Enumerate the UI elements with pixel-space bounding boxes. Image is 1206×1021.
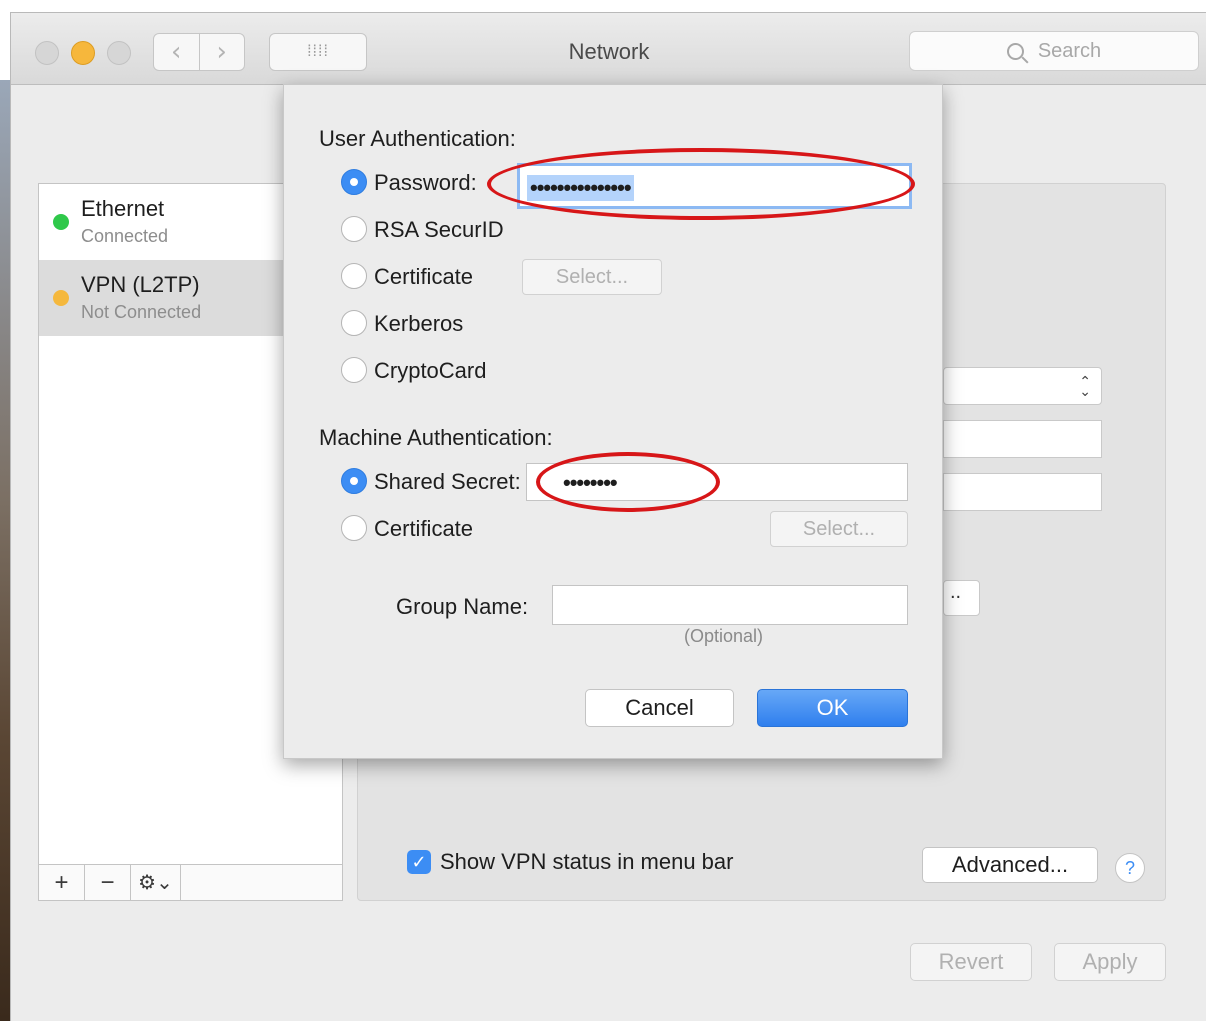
authentication-sheet: User Authentication: Password: •••••••••… — [283, 84, 943, 759]
cryptocard-label: CryptoCard — [374, 358, 487, 383]
machine-certificate-label: Certificate — [374, 516, 474, 541]
search-icon — [1006, 42, 1024, 60]
show-vpn-status-label: Show VPN status in menu bar — [440, 849, 734, 874]
advanced-button[interactable]: Advanced... — [922, 847, 1098, 883]
password-value: ••••••••••••••• — [527, 175, 634, 201]
certificate-select-button[interactable]: Select... — [522, 259, 662, 295]
group-name-hint: (Optional) — [684, 626, 764, 646]
remove-service-button[interactable]: − — [85, 865, 131, 900]
revert-button[interactable]: Revert — [910, 943, 1032, 981]
updown-chevron-icon: ⌃ ⌄ — [1079, 373, 1091, 399]
cryptocard-radio[interactable] — [341, 357, 367, 383]
shared-secret-radio[interactable] — [341, 468, 367, 494]
apply-button[interactable]: Apply — [1054, 943, 1166, 981]
add-service-button[interactable]: + — [39, 865, 85, 900]
kerberos-radio[interactable] — [341, 310, 367, 336]
user-auth-title: User Authentication: — [319, 126, 516, 151]
titlebar: ‹ › ⁞⁞⁞⁞ Network Search — [11, 13, 1206, 85]
authentication-settings-button[interactable]: .. — [943, 580, 980, 616]
configuration-select[interactable]: ⌃ ⌄ — [943, 367, 1102, 405]
service-name: Ethernet — [81, 196, 165, 221]
machine-certificate-select-button[interactable]: Select... — [770, 511, 908, 547]
certificate-label: Certificate — [374, 264, 474, 289]
password-radio[interactable] — [341, 169, 367, 195]
password-field[interactable]: ••••••••••••••• — [517, 163, 912, 209]
password-radio-label: Password: — [374, 170, 477, 195]
help-icon[interactable]: ? — [1115, 853, 1145, 883]
machine-auth-title: Machine Authentication: — [319, 425, 553, 450]
shared-secret-value: •••••••• — [563, 470, 618, 495]
ok-button[interactable]: OK — [757, 689, 908, 727]
show-vpn-status-checkbox[interactable]: ✓ — [407, 850, 431, 874]
group-name-label: Group Name: — [396, 594, 529, 619]
gear-icon[interactable]: ⚙⌄ — [131, 865, 181, 900]
status-dot-icon — [53, 290, 69, 306]
shared-secret-field[interactable]: •••••••• — [526, 463, 908, 501]
shared-secret-label: Shared Secret: — [374, 469, 521, 494]
search-input[interactable]: Search — [909, 31, 1199, 71]
cancel-button[interactable]: Cancel — [585, 689, 734, 727]
group-name-input[interactable] — [552, 585, 908, 625]
service-name: VPN (L2TP) — [81, 272, 200, 297]
certificate-radio[interactable] — [341, 263, 367, 289]
search-placeholder: Search — [1037, 39, 1102, 62]
rsa-securid-radio[interactable] — [341, 216, 367, 242]
status-dot-icon — [53, 214, 69, 230]
service-status: Connected — [81, 226, 169, 246]
service-status: Not Connected — [81, 302, 202, 322]
server-address-field[interactable] — [943, 420, 1102, 458]
machine-certificate-radio[interactable] — [341, 515, 367, 541]
account-name-field[interactable] — [943, 473, 1102, 511]
kerberos-label: Kerberos — [374, 311, 464, 336]
rsa-securid-label: RSA SecurID — [374, 217, 504, 242]
service-list-toolbar: + − ⚙⌄ — [39, 864, 342, 900]
